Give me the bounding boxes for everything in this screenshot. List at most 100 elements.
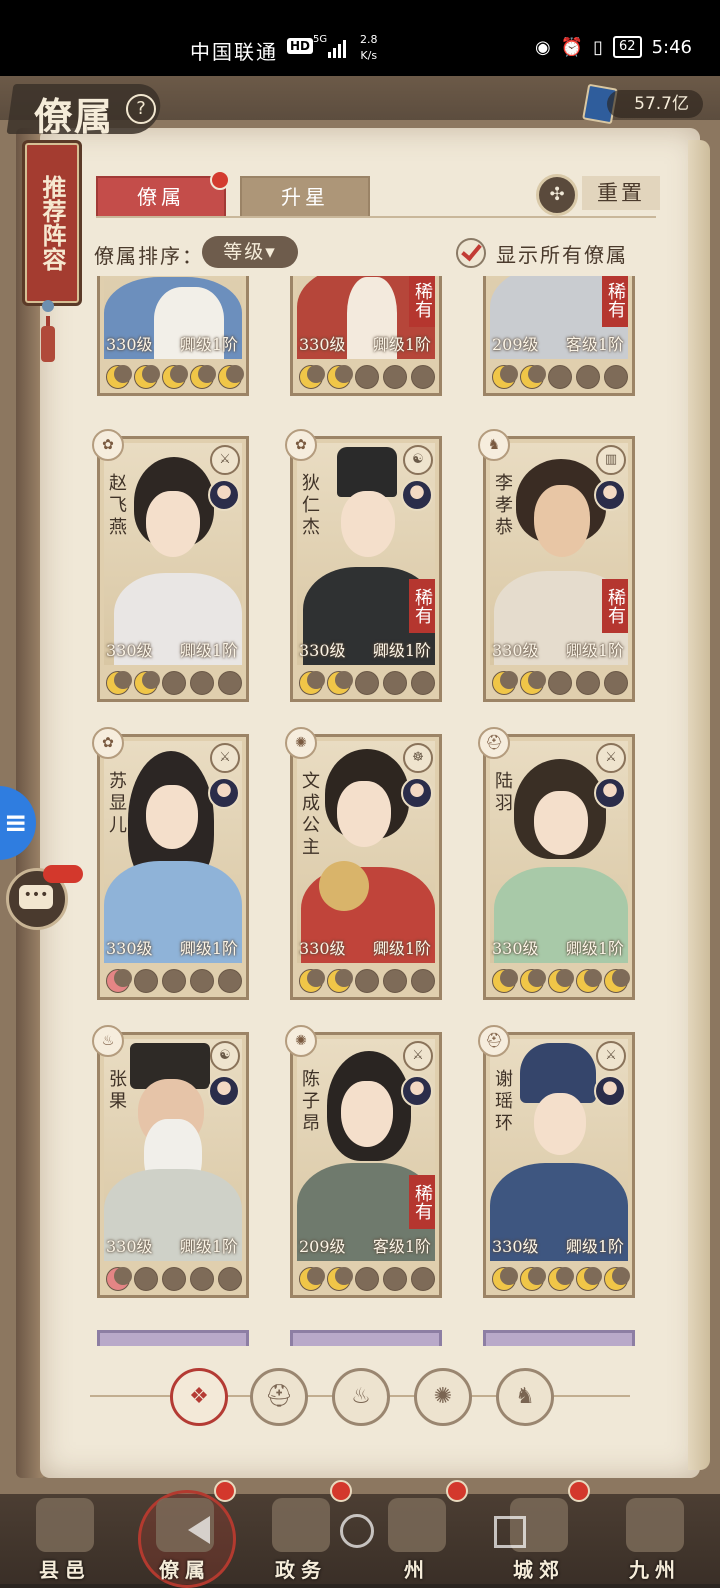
beast-icon: ♞ — [478, 429, 510, 461]
fan-icon: ✺ — [285, 727, 317, 759]
star-moons — [106, 671, 244, 695]
subordinate-name: 文成公主 — [302, 771, 320, 858]
nav-notification-dot — [568, 1480, 590, 1502]
subordinate-card[interactable] — [97, 1330, 249, 1346]
star-moons — [106, 969, 244, 993]
role-icon: ⚔ — [596, 743, 626, 773]
back-icon[interactable] — [188, 1516, 210, 1544]
helmet-icon: ⛑ — [478, 1025, 510, 1057]
alarm-icon: ⏰ — [560, 36, 584, 58]
nav-notification-dot — [446, 1480, 468, 1502]
tab-star-up[interactable]: 升星 — [240, 176, 370, 218]
nav-notification-dot — [330, 1480, 352, 1502]
star-moons — [299, 1267, 437, 1291]
rare-badge: 稀有 — [602, 579, 628, 633]
star-moons — [299, 969, 437, 993]
star-moons — [492, 969, 630, 993]
avatar — [401, 1075, 433, 1107]
vibrate-icon: ▯ — [593, 36, 604, 58]
chat-button[interactable]: ••• — [6, 865, 83, 930]
level-rank: 330级 卿级1阶 — [299, 641, 431, 660]
subordinate-name: 赵飞燕 — [109, 473, 127, 538]
subordinate-name: 苏显儿 — [109, 771, 127, 836]
tab-subordinates[interactable]: 僚属 — [96, 176, 226, 218]
diamond-filter-icon[interactable]: ❖ — [170, 1368, 228, 1426]
tab-notification-dot — [210, 170, 230, 190]
subordinate-card-di-renjie[interactable]: ✿ ☯ 狄仁杰 稀有 330级 卿级1阶 — [285, 429, 442, 702]
currency-amount: 57.7亿 — [607, 90, 703, 118]
carrier-name: 中国联通 — [190, 40, 278, 64]
chat-badge — [43, 865, 83, 883]
avatar — [401, 777, 433, 809]
reset-label: 重置 — [582, 176, 660, 210]
level-rank: 330级 卿级1阶 — [106, 641, 238, 660]
sort-dropdown[interactable]: 等级▾ — [202, 236, 298, 268]
subordinate-card-li-xiaogong[interactable]: ♞ ▥ 李孝恭 稀有 330级 卿级1阶 — [478, 429, 635, 702]
subordinate-name: 谢瑶环 — [495, 1069, 513, 1134]
recommend-label: 推荐阵容 — [38, 175, 67, 271]
level-rank: 330级 卿级1阶 — [299, 335, 431, 354]
level-rank: 330级 卿级1阶 — [106, 939, 238, 958]
role-icon: ☯ — [210, 1041, 240, 1071]
helmet-icon: ⛑ — [478, 727, 510, 759]
recommend-lineup-button[interactable]: 推荐阵容 — [22, 140, 82, 306]
beast-filter-icon[interactable]: ♞ — [496, 1368, 554, 1426]
subordinate-name: 张果 — [109, 1069, 127, 1112]
gourd-icon: ♨ — [92, 1025, 124, 1057]
status-bar: 中国联通 HD 5G 2.8 K/s ◉ ⏰ ▯ 62 5:46 — [0, 0, 720, 76]
subordinate-card[interactable] — [483, 1330, 635, 1346]
subordinate-card[interactable] — [290, 1330, 442, 1346]
home-icon[interactable] — [340, 1514, 374, 1548]
level-rank: 330级 卿级1阶 — [492, 641, 624, 660]
sort-label: 僚属排序： — [94, 244, 204, 268]
subordinate-grid[interactable]: 330级 卿级1阶 稀有 330级 卿级1阶 稀有 209级 客级1阶 ✿ ⚔ … — [80, 276, 656, 1346]
subordinate-name: 陆羽 — [495, 771, 513, 814]
subordinate-name: 狄仁杰 — [302, 473, 320, 538]
helmet-filter-icon[interactable]: ⛑ — [250, 1368, 308, 1426]
level-rank: 209级 客级1阶 — [492, 335, 624, 354]
lotus-icon: ✿ — [92, 429, 124, 461]
fan-filter-icon[interactable]: ✺ — [414, 1368, 472, 1426]
gourd-filter-icon[interactable]: ♨ — [332, 1368, 390, 1426]
battery-icon: 62 — [613, 36, 642, 58]
subordinate-card-zhang-guo[interactable]: ♨ ☯ 张果 330级 卿级1阶 — [92, 1025, 249, 1298]
recents-icon[interactable] — [494, 1516, 526, 1548]
subordinate-card[interactable]: 330级 卿级1阶 — [97, 276, 249, 396]
show-all-label: 显示所有僚属 — [496, 242, 628, 267]
role-icon: ⚔ — [210, 743, 240, 773]
rare-badge: 稀有 — [409, 276, 435, 327]
level-rank: 330级 卿级1阶 — [299, 939, 431, 958]
subordinate-name: 陈子昂 — [302, 1069, 320, 1134]
currency-display[interactable]: 57.7亿 — [582, 83, 705, 125]
signal-type: 5G — [313, 34, 328, 45]
lotus-icon: ✿ — [92, 727, 124, 759]
role-icon: ▥ — [596, 445, 626, 475]
subordinate-card-su-xianer[interactable]: ✿ ⚔ 苏显儿 330级 卿级1阶 — [92, 727, 249, 1000]
reset-button[interactable]: ✣ 重置 — [536, 172, 660, 216]
subordinate-card-lu-yu[interactable]: ⛑ ⚔ 陆羽 330级 卿级1阶 — [478, 727, 635, 1000]
subordinate-card[interactable]: 稀有 209级 客级1阶 — [483, 276, 635, 396]
role-icon: ⚔ — [596, 1041, 626, 1071]
sound-icon: ≡ — [4, 806, 28, 839]
role-icon: ⚔ — [403, 1041, 433, 1071]
star-moons — [106, 1267, 244, 1291]
avatar — [594, 1075, 626, 1107]
star-moons — [106, 365, 244, 389]
subordinate-card-xie-yaohuan[interactable]: ⛑ ⚔ 谢瑶环 330级 卿级1阶 — [478, 1025, 635, 1298]
star-moons — [492, 365, 630, 389]
subordinate-card-princess-wencheng[interactable]: ✺ ☸ 文成公主 330级 卿级1阶 — [285, 727, 442, 1000]
status-right: ◉ ⏰ ▯ 62 5:46 — [535, 36, 692, 58]
subordinate-card-zhao-feiyan[interactable]: ✿ ⚔ 赵飞燕 330级 卿级1阶 — [92, 429, 249, 702]
avatar — [208, 1075, 240, 1107]
level-rank: 330级 卿级1阶 — [492, 1237, 624, 1256]
show-all-toggle[interactable]: 显示所有僚属 — [456, 236, 628, 270]
subordinate-card-chen-ziang[interactable]: ✺ ⚔ 陈子昂 稀有 209级 客级1阶 — [285, 1025, 442, 1298]
help-icon[interactable]: ? — [126, 94, 156, 124]
subordinate-card[interactable]: 稀有 330级 卿级1阶 — [290, 276, 442, 396]
role-icon: ☯ — [403, 445, 433, 475]
level-rank: 330级 卿级1阶 — [106, 335, 238, 354]
lotus-icon: ✿ — [285, 429, 317, 461]
tassel-decoration — [41, 300, 55, 370]
reset-icon: ✣ — [536, 174, 578, 216]
subordinate-name: 李孝恭 — [495, 473, 513, 538]
